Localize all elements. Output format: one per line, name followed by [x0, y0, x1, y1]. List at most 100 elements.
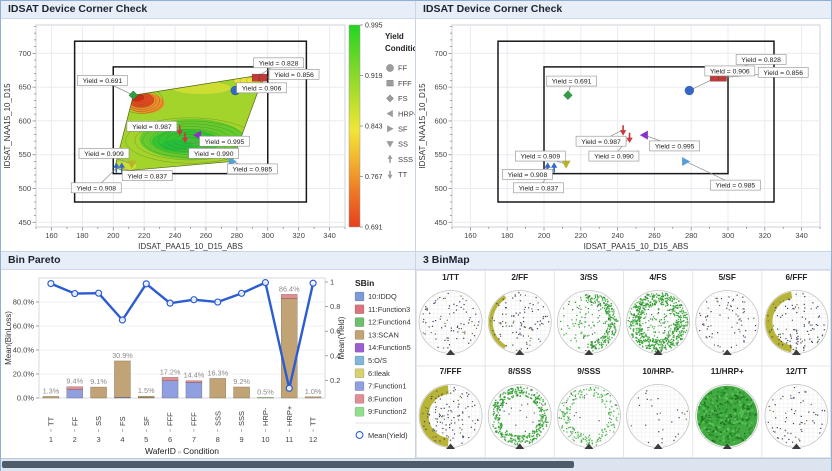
svg-text:12: 12	[309, 435, 317, 444]
svg-text:Yield = 0.906: Yield = 0.906	[710, 69, 750, 76]
bin-pareto-chart[interactable]: 0.0%20.0%40.0%60.0%80.0%0.20.40.60.811.3…	[1, 270, 415, 458]
svg-text:450: 450	[434, 218, 447, 227]
panel-header-bin-pareto[interactable]: Bin Pareto	[1, 252, 415, 270]
svg-text:Yield = 0.856: Yield = 0.856	[274, 72, 314, 79]
svg-text:0.843: 0.843	[365, 124, 383, 131]
svg-text:Yield = 0.837: Yield = 0.837	[127, 173, 167, 180]
svg-text:340: 340	[323, 231, 336, 240]
svg-text:500: 500	[18, 184, 31, 193]
svg-text:240: 240	[169, 231, 182, 240]
svg-text:1.3%: 1.3%	[43, 386, 60, 395]
svg-text:FFF: FFF	[398, 79, 412, 88]
panel-title: IDSAT Device Corner Check	[423, 3, 562, 15]
svg-text:FFF: FFF	[166, 412, 175, 426]
svg-text:16.3%: 16.3%	[207, 368, 228, 377]
svg-text:280: 280	[685, 231, 698, 240]
svg-text:Yield = 0.995: Yield = 0.995	[655, 144, 695, 151]
svg-text:8:Function: 8:Function	[368, 394, 403, 403]
horizontal-scrollbar[interactable]	[1, 458, 831, 471]
svg-text:5/SF: 5/SF	[719, 273, 736, 282]
svg-text:0.2: 0.2	[330, 376, 340, 385]
svg-text:30.9%: 30.9%	[112, 351, 133, 360]
svg-text:Yield = 0.990: Yield = 0.990	[594, 154, 634, 161]
svg-text:9: 9	[239, 435, 243, 444]
svg-text:86.4%: 86.4%	[279, 284, 300, 293]
corner-scatter-chart[interactable]: 1601802002202402602803003203404505005506…	[416, 19, 831, 251]
svg-text:180: 180	[76, 231, 89, 240]
svg-text:HRP-: HRP-	[261, 407, 270, 426]
svg-text:7:Function1: 7:Function1	[368, 382, 407, 391]
panel-body: 1/TT2/FF3/SS4/FS5/SF6/FFF7/FFF8/SSS9/SSS…	[416, 270, 831, 458]
svg-text:Yield = 0.909: Yield = 0.909	[521, 154, 561, 161]
svg-text:Yield = 0.985: Yield = 0.985	[232, 166, 272, 173]
panel-binmap: 3 BinMap 1/TT2/FF3/SS4/FS5/SF6/FFF7/FFF8…	[416, 252, 831, 458]
svg-text:9:Function2: 9:Function2	[368, 407, 407, 416]
svg-text:Yield: Yield	[385, 32, 404, 41]
svg-text:11/HRP+: 11/HRP+	[711, 367, 744, 376]
svg-text:Yield = 0.987: Yield = 0.987	[132, 124, 172, 131]
svg-text:5: 5	[144, 435, 148, 444]
svg-text:Yield = 0.995: Yield = 0.995	[205, 139, 245, 146]
svg-text:200: 200	[107, 231, 120, 240]
binmap-grid[interactable]: 1/TT2/FF3/SS4/FS5/SF6/FFF7/FFF8/SSS9/SSS…	[416, 270, 831, 458]
corner-contour-chart[interactable]: 1601802002202402602803003203404505005506…	[1, 19, 415, 251]
svg-text:14.4%: 14.4%	[184, 371, 205, 380]
horizontal-scrollbar-thumb[interactable]	[2, 461, 574, 468]
panel-header-corner-scatter[interactable]: IDSAT Device Corner Check	[416, 1, 831, 19]
svg-text:SSS: SSS	[398, 155, 413, 164]
svg-text:7/FFF: 7/FFF	[440, 367, 462, 376]
panel-grid: IDSAT Device Corner Check 160 180 200 220 24…	[1, 1, 831, 458]
svg-text:Yield = 0.908: Yield = 0.908	[76, 185, 116, 192]
svg-text:SS: SS	[398, 140, 408, 149]
svg-text:IDSAT_NAA15_10_D15: IDSAT_NAA15_10_D15	[418, 83, 427, 169]
svg-text:160: 160	[464, 231, 477, 240]
svg-text:FFF: FFF	[189, 412, 198, 426]
svg-text:FS: FS	[398, 94, 408, 103]
svg-text:HRP+: HRP+	[285, 405, 294, 426]
svg-text:TT: TT	[46, 416, 55, 426]
panel-title: IDSAT Device Corner Check	[8, 3, 147, 15]
svg-text:650: 650	[434, 83, 447, 92]
svg-text:550: 550	[18, 150, 31, 159]
svg-text:650: 650	[18, 83, 31, 92]
svg-text:0.0%: 0.0%	[17, 394, 34, 403]
panel-body: 0.0%20.0%40.0%60.0%80.0%0.20.40.60.811.3…	[1, 270, 415, 458]
svg-text:FS: FS	[118, 416, 127, 426]
svg-text:160: 160	[45, 231, 58, 240]
panel-header-corner-contour[interactable]: IDSAT Device Corner Check	[1, 1, 415, 19]
svg-text:IDSAT_NAA15_10_D15: IDSAT_NAA15_10_D15	[3, 83, 12, 169]
panel-corner-scatter: IDSAT Device Corner Check 16018020022024…	[416, 1, 831, 251]
svg-text:1.5%: 1.5%	[138, 386, 155, 395]
svg-text:200: 200	[538, 231, 551, 240]
svg-text:10: 10	[261, 435, 269, 444]
svg-text:10/HRP-: 10/HRP-	[642, 367, 674, 376]
svg-text:Yield = 0.908: Yield = 0.908	[508, 172, 548, 179]
panel-title: Bin Pareto	[8, 254, 61, 266]
svg-text:2/FF: 2/FF	[511, 273, 528, 282]
svg-text:11:Function3: 11:Function3	[368, 305, 410, 314]
svg-text:0.8: 0.8	[330, 302, 340, 311]
panel-header-binmap[interactable]: 3 BinMap	[416, 252, 831, 270]
svg-text:9/SSS: 9/SSS	[577, 367, 601, 376]
svg-text:0.767: 0.767	[365, 174, 383, 181]
svg-text:SF: SF	[398, 125, 408, 134]
panel-body: 1601802002202402602803003203404505005506…	[416, 19, 831, 251]
svg-text:8/SSS: 8/SSS	[508, 367, 532, 376]
svg-text:9.4%: 9.4%	[66, 377, 83, 386]
svg-text:WaferID » Condition: WaferID » Condition	[145, 446, 219, 456]
svg-text:12:Function4: 12:Function4	[368, 318, 411, 327]
svg-text:IDSAT_PAA15_10_D15_ABS: IDSAT_PAA15_10_D15_ABS	[584, 242, 689, 251]
svg-text:TT: TT	[398, 170, 408, 179]
svg-text:9.2%: 9.2%	[233, 377, 250, 386]
svg-text:6/FFF: 6/FFF	[785, 273, 807, 282]
svg-text:Yield = 0.691: Yield = 0.691	[552, 79, 592, 86]
svg-text:300: 300	[722, 231, 735, 240]
svg-text:11: 11	[285, 435, 293, 444]
svg-text:4/FS: 4/FS	[649, 273, 667, 282]
svg-text:60.0%: 60.0%	[13, 322, 35, 331]
svg-text:0.5%: 0.5%	[257, 387, 274, 396]
svg-text:280: 280	[231, 231, 244, 240]
svg-text:220: 220	[575, 231, 588, 240]
svg-text:6:Ileak: 6:Ileak	[368, 369, 390, 378]
svg-text:300: 300	[261, 231, 274, 240]
